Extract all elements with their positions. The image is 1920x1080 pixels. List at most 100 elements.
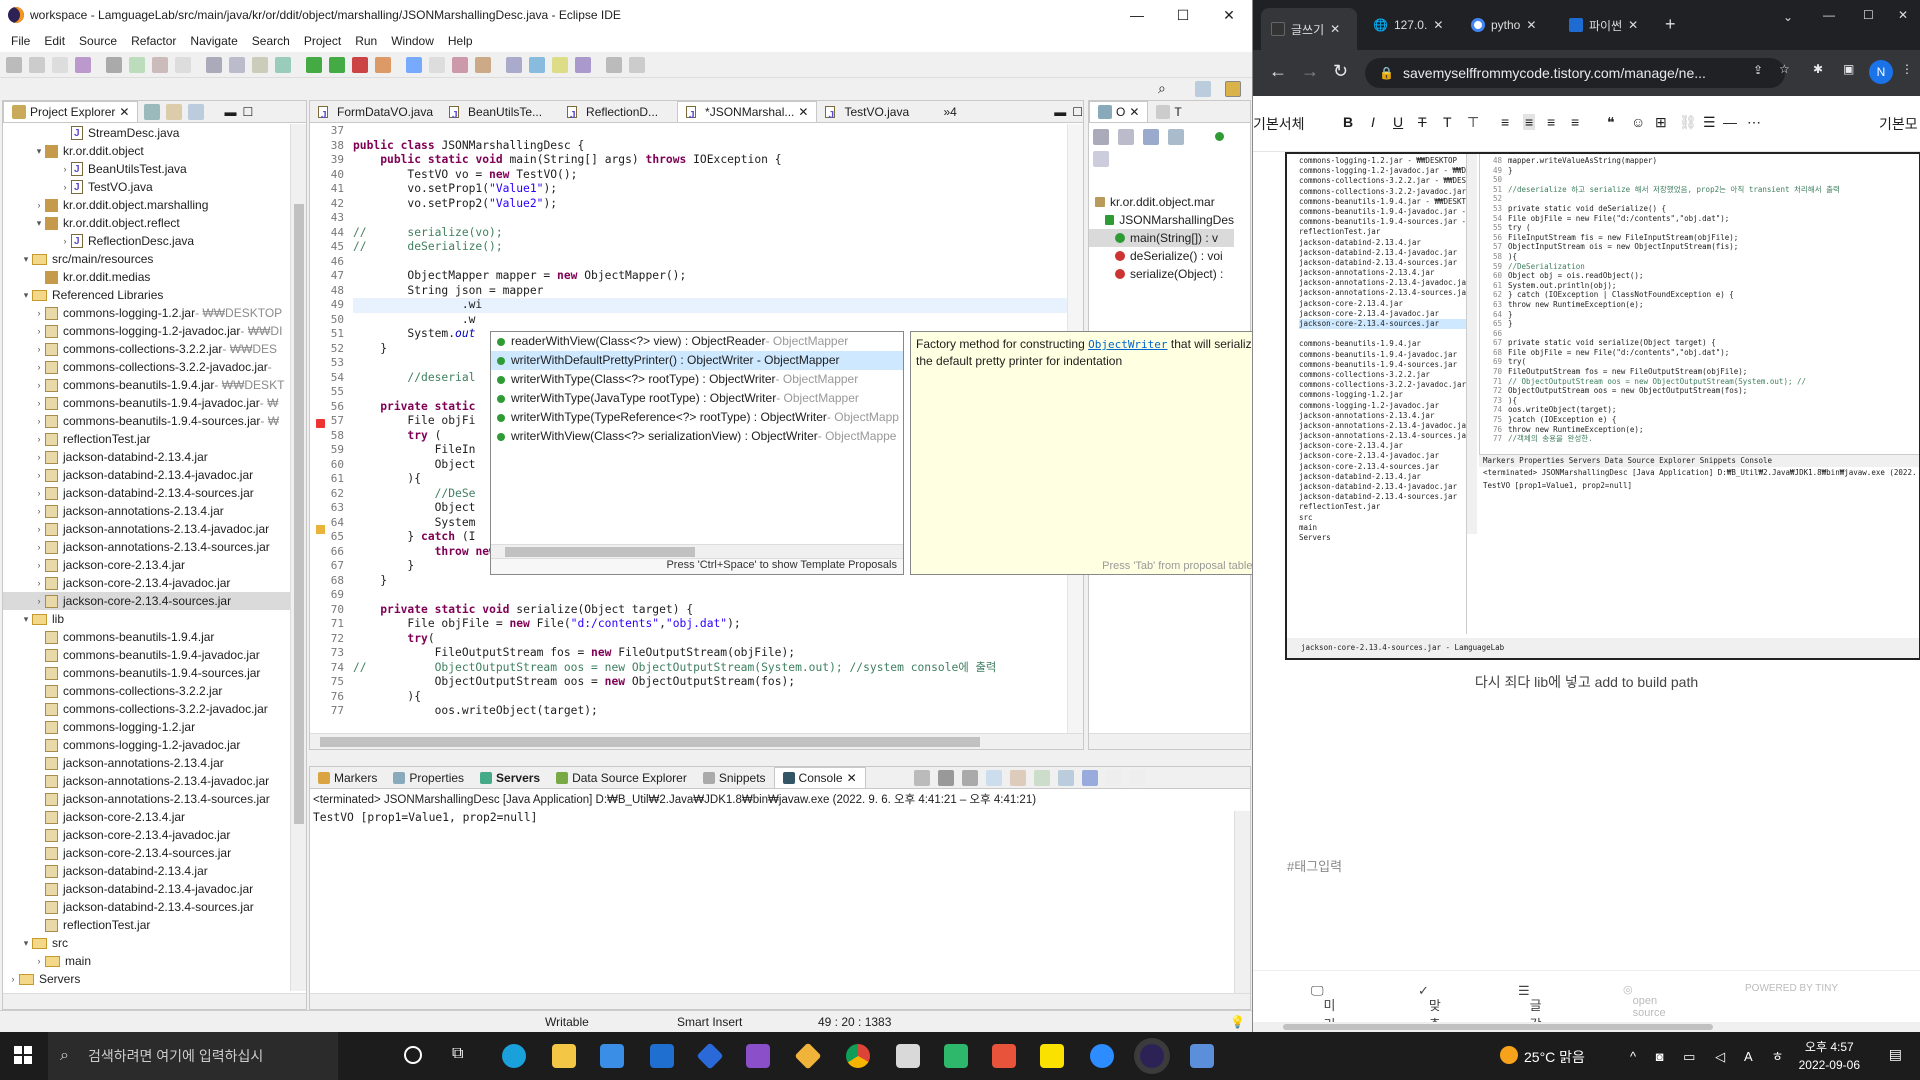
- proposal-item[interactable]: writerWithType(Class<?> rootType) : Obje…: [491, 370, 903, 389]
- link-icon[interactable]: ⛓: [1679, 114, 1697, 131]
- console-vscrollbar[interactable]: [1234, 811, 1250, 993]
- close-icon[interactable]: ✕: [847, 767, 857, 788]
- office-icon[interactable]: [992, 1044, 1016, 1068]
- expand-toggle-icon[interactable]: ›: [33, 538, 45, 556]
- tree-item[interactable]: › TestVO.java: [3, 178, 290, 197]
- tree-item[interactable]: › jackson-databind-2.13.4-javadoc.jar: [3, 466, 290, 484]
- code-line[interactable]: String json = mapper: [353, 284, 1067, 299]
- tab-servers[interactable]: Servers: [472, 767, 548, 788]
- code-line[interactable]: }: [353, 574, 1067, 589]
- close-icon[interactable]: ✕: [1898, 8, 1908, 22]
- expand-toggle-icon[interactable]: ›: [33, 952, 45, 970]
- toolbar-button-icon[interactable]: [529, 56, 545, 73]
- tray-icons[interactable]: ^ ◙ ▭ ◁ A ㅎ: [1630, 1046, 1792, 1065]
- scroll-lock-icon[interactable]: [985, 769, 1002, 786]
- cortana-icon[interactable]: [404, 1046, 422, 1064]
- code-line[interactable]: .wi: [353, 298, 1067, 313]
- table-icon[interactable]: ⊞: [1655, 114, 1667, 131]
- bold-button[interactable]: B: [1343, 114, 1353, 130]
- tab-markers[interactable]: Markers: [310, 767, 385, 788]
- underline-button[interactable]: U: [1393, 114, 1403, 130]
- maximize-view-icon[interactable]: ☐: [242, 105, 253, 119]
- menu-window[interactable]: Window: [384, 34, 441, 48]
- toolbar-button-icon[interactable]: [575, 56, 591, 73]
- tree-item[interactable]: kr.or.ddit.medias: [3, 268, 290, 286]
- extensions-icon[interactable]: ✱: [1813, 62, 1823, 76]
- word-wrap-icon[interactable]: [1009, 769, 1026, 786]
- expand-toggle-icon[interactable]: ›: [59, 160, 71, 178]
- zoom-icon[interactable]: [1090, 1044, 1114, 1068]
- code-line[interactable]: public class JSONMarshallingDesc {: [353, 139, 1067, 154]
- menu-navigate[interactable]: Navigate: [183, 34, 244, 48]
- expand-toggle-icon[interactable]: ▾: [20, 610, 32, 628]
- justify-icon[interactable]: ≡: [1571, 114, 1579, 130]
- tab-properties[interactable]: Properties: [385, 767, 472, 788]
- hide-nonpublic-icon[interactable]: [1168, 129, 1184, 145]
- tree-item[interactable]: › commons-collections-3.2.2.jar - ₩₩DES: [3, 340, 290, 358]
- menu-edit[interactable]: Edit: [37, 34, 72, 48]
- public-dot-icon[interactable]: [1215, 132, 1224, 141]
- app-icon[interactable]: [1190, 1044, 1214, 1068]
- toolbar-button-icon[interactable]: [52, 56, 68, 73]
- expand-toggle-icon[interactable]: ▾: [20, 286, 32, 304]
- code-line[interactable]: vo.setProp1("Value1");: [353, 182, 1067, 197]
- code-line[interactable]: // deSerialize();: [353, 240, 1067, 255]
- tree-item[interactable]: › commons-beanutils-1.9.4.jar - ₩₩DESKT: [3, 376, 290, 394]
- file-explorer-icon[interactable]: [552, 1044, 576, 1068]
- profile-avatar[interactable]: N: [1869, 60, 1893, 84]
- expand-toggle-icon[interactable]: ›: [33, 502, 45, 520]
- tree-item[interactable]: › reflectionTest.jar: [3, 430, 290, 448]
- toolbar-button-icon[interactable]: [406, 56, 422, 73]
- toolbar-button-icon[interactable]: [552, 56, 568, 73]
- notification-icon[interactable]: ▤: [1889, 1046, 1902, 1063]
- powered-by-tiny[interactable]: POWERED BY TINY: [1745, 983, 1838, 994]
- code-line[interactable]: private static void serialize(Object tar…: [353, 603, 1067, 618]
- tree-item[interactable]: commons-beanutils-1.9.4-sources.jar: [3, 664, 290, 682]
- autocomplete-popup[interactable]: readerWithView(Class<?> view) : ObjectRe…: [490, 331, 904, 575]
- search-material-button[interactable]: ☰ 글감검색: [1518, 983, 1542, 1032]
- font-select[interactable]: 기본서체: [1253, 114, 1305, 134]
- maximize-icon[interactable]: ☐: [1863, 8, 1874, 22]
- git-icon[interactable]: [794, 1042, 822, 1070]
- weather-icon[interactable]: [1500, 1046, 1518, 1064]
- pin-icon[interactable]: [1033, 769, 1050, 786]
- tree-item[interactable]: › jackson-core-2.13.4.jar: [3, 556, 290, 574]
- taskbar-clock[interactable]: 오후 4:57 2022-09-06: [1799, 1038, 1860, 1074]
- toolbar-button-icon[interactable]: [129, 56, 145, 73]
- tree-item[interactable]: jackson-core-2.13.4-javadoc.jar: [3, 826, 290, 844]
- more-icon[interactable]: ⋯: [1747, 114, 1761, 131]
- tree-item[interactable]: › jackson-core-2.13.4-sources.jar: [3, 592, 290, 610]
- focus-icon[interactable]: [1093, 151, 1109, 167]
- expand-toggle-icon[interactable]: ›: [59, 178, 71, 196]
- expand-toggle-icon[interactable]: ▾: [20, 934, 32, 952]
- tree-item[interactable]: › commons-logging-1.2-javadoc.jar - ₩₩DI: [3, 322, 290, 340]
- outline-hscrollbar[interactable]: [1089, 733, 1250, 749]
- proposal-item[interactable]: writerWithType(JavaType rootType) : Obje…: [491, 389, 903, 408]
- maximize-icon[interactable]: ☐: [1160, 7, 1206, 24]
- expand-toggle-icon[interactable]: ›: [33, 448, 45, 466]
- expand-toggle-icon[interactable]: ›: [33, 574, 45, 592]
- tree-item[interactable]: ▾ src/main/resources: [3, 250, 290, 268]
- tree-item[interactable]: jackson-databind-2.13.4-sources.jar: [3, 898, 290, 916]
- proposal-item[interactable]: writerWithType(TypeReference<?> rootType…: [491, 408, 903, 427]
- expand-toggle-icon[interactable]: ›: [33, 376, 45, 394]
- minimize-view-icon[interactable]: ▬: [224, 105, 236, 119]
- windows-start-icon[interactable]: [14, 1046, 32, 1064]
- align-center-icon[interactable]: ≡: [1523, 114, 1536, 130]
- proposal-item[interactable]: writerWithDefaultPrettyPrinter() : Objec…: [491, 351, 903, 370]
- link-editor-icon[interactable]: [166, 103, 183, 120]
- doc-link[interactable]: ObjectWriter: [1088, 338, 1167, 351]
- tree-item[interactable]: › kr.or.ddit.object.marshalling: [3, 196, 290, 214]
- expand-toggle-icon[interactable]: ›: [33, 556, 45, 574]
- tree-item[interactable]: commons-logging-1.2.jar: [3, 718, 290, 736]
- address-input[interactable]: 🔒 savemyselffrommycode.tistory.com/manage…: [1365, 58, 1785, 88]
- display-console-icon[interactable]: [1057, 769, 1074, 786]
- explorer-scrollbar[interactable]: [290, 124, 306, 991]
- quote-icon[interactable]: ❝: [1607, 114, 1615, 131]
- text-color-button[interactable]: T: [1443, 114, 1452, 130]
- expand-toggle-icon[interactable]: ›: [33, 466, 45, 484]
- scroll-thumb[interactable]: [294, 204, 304, 824]
- toolbar-button-icon[interactable]: [106, 56, 122, 73]
- tab-task[interactable]: T: [1148, 101, 1189, 122]
- code-line[interactable]: oos.writeObject(target);: [353, 704, 1067, 719]
